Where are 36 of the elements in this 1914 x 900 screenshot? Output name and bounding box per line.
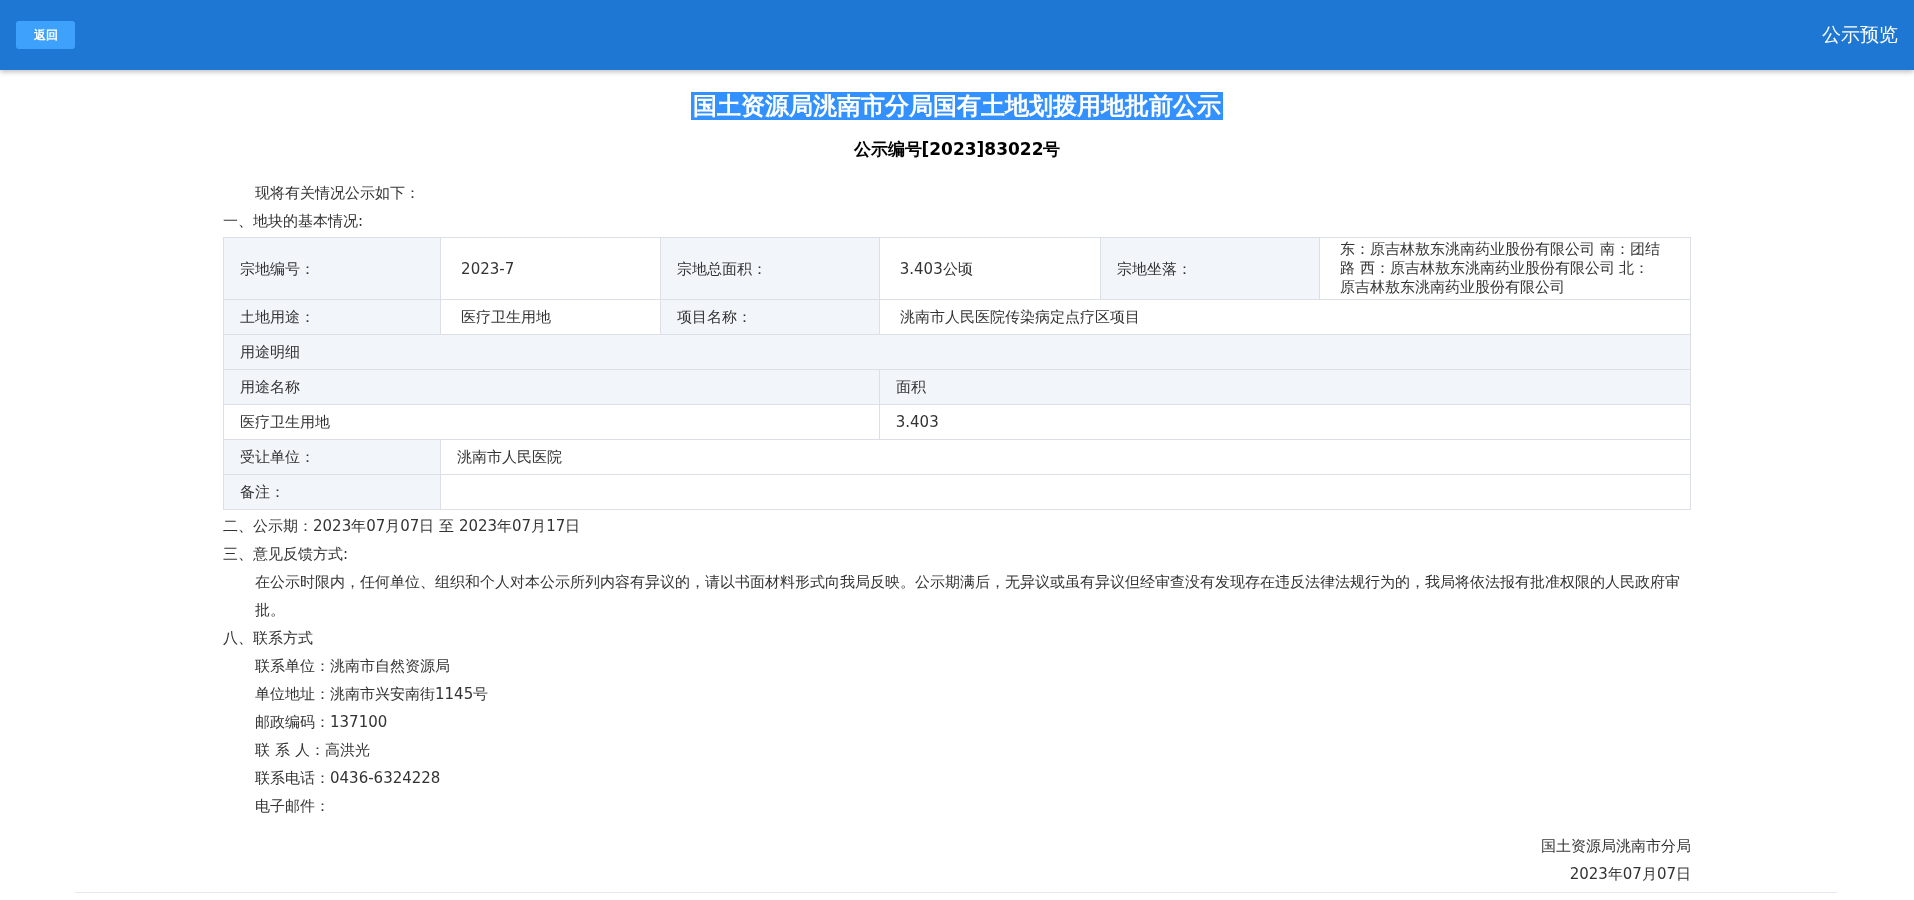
field-value: 医疗卫生用地	[440, 299, 661, 335]
issuer-name: 国土资源局洮南市分局	[1540, 836, 1691, 857]
page-title: 公示预览	[1822, 22, 1898, 47]
field-label: 宗地总面积：	[660, 237, 880, 300]
field-label: 宗地编号：	[223, 237, 441, 300]
notice-number: 公示编号[2023]83022号	[852, 138, 1062, 161]
contact-line: 联系单位：洮南市自然资源局	[254, 656, 451, 677]
field-value: 洮南市人民医院传染病定点疗区项目	[879, 299, 1691, 335]
section-heading: 八、联系方式	[223, 628, 314, 649]
contact-line: 单位地址：洮南市兴安南街1145号	[254, 684, 490, 705]
section-heading: 三、意见反馈方式:	[223, 544, 350, 565]
field-value: 洮南市人民医院	[440, 439, 1691, 475]
table-cell: 医疗卫生用地	[223, 404, 880, 440]
intro-text: 现将有关情况公示如下：	[254, 183, 421, 204]
column-header: 用途名称	[223, 369, 880, 405]
field-value: 3.403公顷	[879, 237, 1101, 300]
field-label: 项目名称：	[660, 299, 880, 335]
field-label: 受让单位：	[223, 439, 441, 475]
field-value: 2023-7	[440, 237, 661, 300]
issue-date: 2023年07月07日	[1568, 864, 1691, 885]
contact-line: 联 系 人：高洪光	[254, 740, 371, 761]
field-label: 土地用途：	[223, 299, 441, 335]
field-value: 东：原吉林敖东洮南药业股份有限公司 南：团结路 西：原吉林敖东洮南药业股份有限公司 北：原吉林敖东洮南药业股份有限公司	[1319, 237, 1691, 300]
table-cell: 3.403	[879, 404, 1691, 440]
section-heading: 一、地块的基本情况:	[223, 211, 365, 232]
section-heading: 二、公示期：2023年07月07日 至 2023年07月17日	[223, 516, 582, 537]
contact-line: 邮政编码：137100	[254, 712, 389, 733]
notice-title: 国土资源局洮南市分局国有土地划拨用地批前公示	[691, 92, 1223, 120]
field-label: 宗地坐落：	[1100, 237, 1320, 300]
feedback-paragraph: 在公示时限内，任何单位、组织和个人对本公示所列内容有异议的，请以书面材料形式向我局反映。公示期满后，无异议或虽有异议但经审查没有发现存在违反法律法规行为的，我局将依法报有批准权限的人民政府审批。	[254, 572, 1681, 621]
contact-line: 电子邮件：	[254, 796, 331, 817]
column-header: 面积	[879, 369, 1691, 405]
field-label: 备注：	[223, 474, 441, 510]
back-button[interactable]: 返回	[16, 21, 75, 49]
contact-line: 联系电话：0436-6324228	[254, 768, 442, 789]
section-label: 用途明细	[223, 334, 1691, 370]
